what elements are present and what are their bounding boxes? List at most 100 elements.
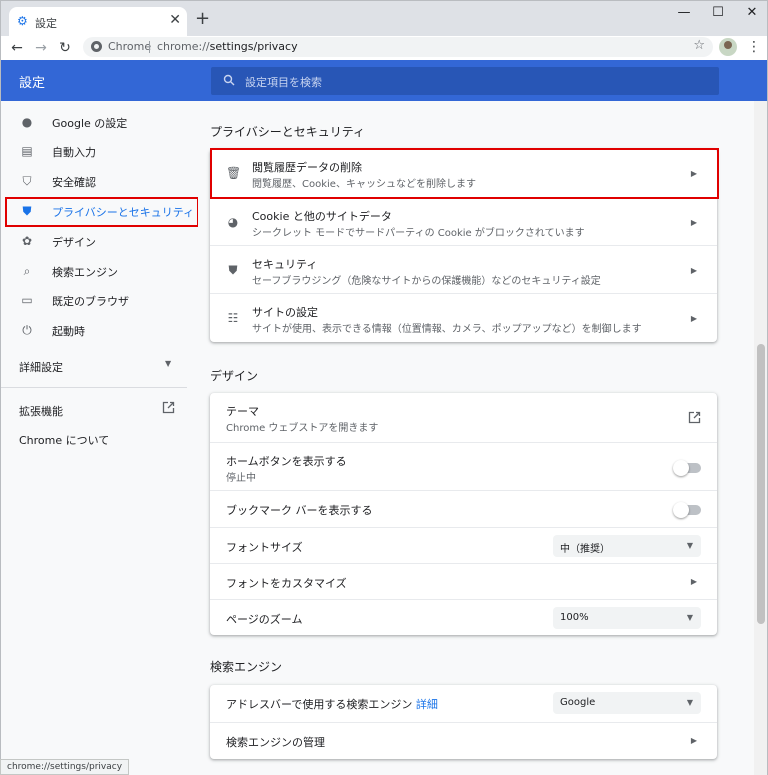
close-tab-icon[interactable]: ✕ [169, 13, 181, 27]
sidebar-item-label: 検索エンジン [52, 266, 118, 279]
url-text: chrome://settings/privacy [157, 40, 298, 53]
site-settings-row[interactable]: ☷ サイトの設定 サイトが使用、表示できる情報（位置情報、カメラ、ポップアップな… [210, 293, 717, 342]
minimize-button[interactable]: — [669, 5, 699, 20]
sliders-icon: ☷ [227, 311, 239, 325]
avatar[interactable] [719, 38, 737, 56]
shield-icon: ⛊ [228, 263, 238, 277]
reload-button[interactable]: ↻ [55, 38, 75, 58]
sidebar-item-default-browser[interactable]: ▭ 既定のブラウザ [1, 286, 199, 314]
scrollbar[interactable] [754, 101, 768, 775]
search-icon [223, 74, 235, 86]
sidebar-item-label: 自動入力 [52, 146, 96, 159]
person-icon: ● [21, 115, 33, 129]
row-subtitle: サイトが使用、表示できる情報（位置情報、カメラ、ポップアップなど）を制御します [252, 324, 642, 335]
row-title: テーマ [226, 405, 259, 418]
home-button-toggle[interactable] [673, 460, 701, 476]
search-icon: ⌕ [23, 264, 31, 278]
row-title: セキュリティ [252, 258, 318, 271]
main-content: プライバシーとセキュリティ 🗑 閲覧履歴データの削除 閲覧履歴、Cookie、キ… [198, 101, 754, 775]
tab-strip: ⚙ 設定 ✕ + — ☐ ✕ [0, 0, 768, 37]
section-title-design: デザイン [210, 369, 259, 383]
open-external-icon[interactable] [162, 401, 175, 414]
tab-settings[interactable]: ⚙ 設定 ✕ [9, 7, 187, 37]
address-bar[interactable]: Chrome chrome://settings/privacy ☆ [83, 37, 713, 57]
cookies-row[interactable]: ◕ Cookie と他のサイトデータ シークレット モードでサードパーティの C… [210, 197, 717, 245]
gear-icon: ⚙ [17, 14, 28, 28]
cookie-icon: ◕ [227, 215, 239, 229]
chevron-right-icon: ▶ [690, 314, 697, 323]
design-card: テーマ Chrome ウェブストアを開きます ホームボタンを表示する 停止中 ブ… [210, 393, 717, 635]
sidebar-item-design[interactable]: ✿ デザイン [1, 227, 199, 255]
shield-check-icon: ⛉ [22, 174, 32, 188]
section-title-search: 検索エンジン [210, 660, 283, 674]
sidebar-item-label: 起動時 [52, 325, 85, 338]
page-zoom-select[interactable]: 100% ▼ [553, 607, 701, 629]
section-title-privacy: プライバシーとセキュリティ [210, 125, 366, 139]
highlight-box [5, 197, 199, 227]
caret-down-icon: ▼ [686, 698, 693, 707]
back-button[interactable]: ← [7, 38, 27, 58]
search-placeholder: 設定項目を検索 [245, 76, 322, 89]
sidebar-item-safety[interactable]: ⛉ 安全確認 [1, 167, 199, 195]
bookmarks-bar-row: ブックマーク バーを表示する [210, 490, 717, 527]
search-input[interactable]: 設定項目を検索 [211, 67, 719, 95]
row-title: ページのズーム [226, 613, 303, 626]
security-row[interactable]: ⛊ セキュリティ セーフブラウジング（危険なサイトからの保護機能）などのセキュリ… [210, 245, 717, 293]
home-button-row: ホームボタンを表示する 停止中 [210, 442, 717, 490]
sidebar-item-autofill[interactable]: ▤ 自動入力 [1, 137, 199, 165]
row-title: サイトの設定 [252, 306, 318, 319]
row-subtitle: セーフブラウジング（危険なサイトからの保護機能）などのセキュリティ設定 [252, 276, 601, 287]
forward-button[interactable]: → [31, 38, 51, 58]
power-icon: ⏻ [22, 323, 32, 337]
row-subtitle: シークレット モードでサードパーティの Cookie がブロックされています [252, 228, 585, 239]
row-title: ブックマーク バーを表示する [226, 504, 373, 517]
sidebar-item-startup[interactable]: ⏻ 起動時 [1, 316, 199, 344]
caret-down-icon[interactable]: ▼ [165, 359, 171, 368]
chevron-right-icon: ▶ [690, 218, 697, 227]
menu-icon[interactable]: ⋮ [747, 38, 761, 56]
sidebar-item-google[interactable]: ● Google の設定 [1, 108, 199, 136]
sidebar-item-search[interactable]: ⌕ 検索エンジン [1, 257, 199, 285]
search-engine-select[interactable]: Google ▼ [553, 692, 701, 714]
theme-row[interactable]: テーマ Chrome ウェブストアを開きます [210, 393, 717, 442]
status-url: chrome://settings/privacy [0, 759, 130, 775]
row-subtitle: Chrome ウェブストアを開きます [226, 423, 379, 434]
maximize-button[interactable]: ☐ [703, 5, 733, 20]
caret-down-icon: ▼ [686, 613, 693, 622]
row-title: フォントサイズ [226, 541, 303, 554]
manage-search-engines-row[interactable]: 検索エンジンの管理 ▶ [210, 722, 717, 759]
sidebar-item-label: 安全確認 [52, 176, 96, 189]
palette-icon: ✿ [21, 234, 33, 248]
browser-icon: ▭ [21, 293, 33, 307]
close-window-button[interactable]: ✕ [737, 5, 767, 20]
chevron-right-icon: ▶ [690, 266, 697, 275]
divider [1, 387, 187, 388]
row-title: フォントをカスタマイズ [226, 577, 347, 590]
customize-fonts-row[interactable]: フォントをカスタマイズ ▶ [210, 563, 717, 599]
chrome-icon [91, 41, 102, 52]
font-size-select[interactable]: 中（推奨） ▼ [553, 535, 701, 557]
sidebar-advanced[interactable]: 詳細設定 [19, 359, 63, 375]
bookmarks-bar-toggle[interactable] [673, 502, 701, 518]
new-tab-button[interactable]: + [195, 10, 210, 28]
caret-down-icon: ▼ [686, 541, 693, 550]
omnibox-separator [149, 41, 150, 53]
font-size-row: フォントサイズ 中（推奨） ▼ [210, 527, 717, 563]
bookmark-star-icon[interactable]: ☆ [693, 38, 705, 53]
sidebar-about[interactable]: Chrome について [19, 432, 109, 448]
details-link[interactable]: 詳細 [416, 698, 438, 711]
highlight-box [210, 148, 719, 199]
row-title: ホームボタンを表示する [226, 455, 347, 468]
row-title: アドレスバーで使用する検索エンジン 詳細 [226, 698, 438, 711]
row-title: Cookie と他のサイトデータ [252, 210, 392, 223]
select-value: 中（推奨） [560, 544, 610, 555]
sidebar-item-label: Google の設定 [52, 117, 128, 130]
sidebar-extensions[interactable]: 拡張機能 [19, 403, 63, 419]
scrollbar-thumb[interactable] [757, 344, 765, 624]
site-label: Chrome [108, 40, 152, 53]
select-value: 100% [560, 612, 589, 623]
tab-title: 設定 [35, 17, 57, 30]
open-external-icon[interactable] [688, 411, 701, 424]
row-title: 検索エンジンの管理 [226, 736, 325, 749]
browser-toolbar: ← → ↻ Chrome chrome://settings/privacy ☆… [0, 36, 768, 60]
